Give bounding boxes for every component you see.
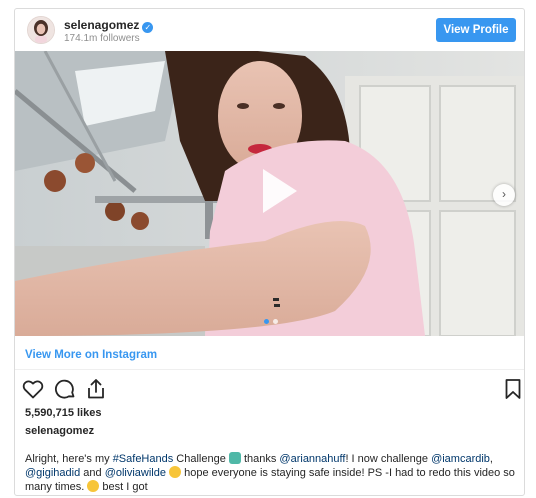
caption-text: ! I now challenge bbox=[345, 453, 432, 465]
mention-link[interactable]: @iamcardib bbox=[431, 453, 490, 465]
winking-face-emoji-icon bbox=[169, 466, 182, 478]
username-link[interactable]: selenagomez ✓ bbox=[64, 18, 154, 33]
soap-emoji-icon bbox=[228, 452, 241, 464]
caption-text: Alright, here's my bbox=[25, 453, 113, 465]
carousel-dot-active bbox=[264, 319, 269, 324]
caption-text: thanks bbox=[240, 453, 280, 465]
video-media[interactable]: › bbox=[15, 51, 524, 336]
mention-link[interactable]: @oliviawilde bbox=[105, 467, 166, 479]
verified-badge-icon: ✓ bbox=[142, 22, 154, 33]
post-caption: Alright, here's my #SafeHands Challenge … bbox=[25, 452, 517, 494]
carousel-dot bbox=[273, 319, 278, 324]
carousel-indicator bbox=[262, 319, 282, 325]
instagram-embed-card: selenagomez ✓ 174.1m followers View Profi… bbox=[14, 8, 525, 496]
grimacing-face-emoji-icon bbox=[87, 480, 100, 492]
action-bar bbox=[21, 377, 521, 401]
caption-text: , bbox=[489, 453, 493, 465]
caption-text: and bbox=[80, 467, 105, 479]
play-icon[interactable] bbox=[245, 161, 305, 221]
mention-link[interactable]: @gigihadid bbox=[25, 467, 80, 479]
caption-username[interactable]: selenagomez bbox=[25, 425, 94, 437]
likes-count: 5,590,715 likes bbox=[25, 407, 102, 419]
hashtag-link[interactable]: #SafeHands bbox=[113, 453, 174, 465]
comment-icon[interactable] bbox=[53, 377, 77, 401]
mention-link[interactable]: @ariannahuff bbox=[279, 453, 345, 465]
view-profile-button[interactable]: View Profile bbox=[436, 18, 516, 42]
avatar[interactable] bbox=[27, 16, 55, 44]
post-header: selenagomez ✓ 174.1m followers View Profi… bbox=[15, 9, 524, 51]
view-more-link[interactable]: View More on Instagram bbox=[25, 349, 157, 361]
caption-text: best I got bbox=[99, 481, 148, 493]
caption-text: Challenge bbox=[173, 453, 229, 465]
chevron-right-icon[interactable]: › bbox=[493, 184, 515, 206]
heart-icon[interactable] bbox=[21, 377, 45, 401]
share-icon[interactable] bbox=[84, 377, 108, 401]
username-text: selenagomez bbox=[64, 18, 140, 32]
followers-count: 174.1m followers bbox=[64, 33, 140, 44]
bookmark-icon[interactable] bbox=[501, 377, 525, 401]
divider bbox=[15, 369, 524, 370]
